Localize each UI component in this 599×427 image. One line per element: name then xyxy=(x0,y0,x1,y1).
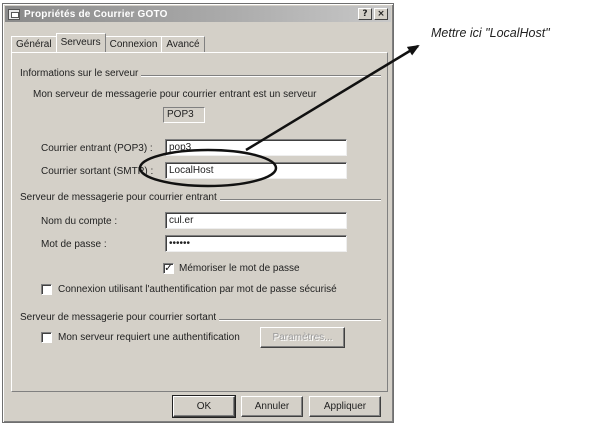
close-button[interactable]: × xyxy=(374,8,388,20)
incoming-server-input[interactable]: pop3 xyxy=(165,139,347,156)
help-button[interactable]: ? xyxy=(358,8,372,20)
smtp-auth-checkbox[interactable] xyxy=(41,332,52,343)
properties-dialog: Propriétés de Courrier GOTO ? × Général … xyxy=(2,3,394,423)
apply-button[interactable]: Appliquer xyxy=(309,396,381,417)
password-label: Mot de passe : xyxy=(41,239,107,250)
outgoing-server-input[interactable]: LocalHost xyxy=(165,162,347,179)
incoming-group-title: Serveur de messagerie pour courrier entr… xyxy=(20,192,220,203)
tab-servers[interactable]: Serveurs xyxy=(55,33,106,52)
tab-connection[interactable]: Connexion xyxy=(104,36,163,52)
spa-checkbox[interactable] xyxy=(41,284,52,295)
incoming-server-label: Courrier entrant (POP3) : xyxy=(41,143,153,154)
remember-password-label: Mémoriser le mot de passe xyxy=(179,263,300,274)
account-name-label: Nom du compte : xyxy=(41,216,118,227)
title-bar[interactable]: Propriétés de Courrier GOTO ? × xyxy=(5,6,391,22)
ok-button[interactable]: OK xyxy=(172,395,236,418)
mail-app-icon xyxy=(8,8,20,20)
cancel-button[interactable]: Annuler xyxy=(241,396,303,417)
remember-password-checkbox[interactable]: ✓ xyxy=(163,263,174,274)
spa-label: Connexion utilisant l'authentification p… xyxy=(58,284,337,295)
tab-general[interactable]: Général xyxy=(11,36,57,52)
window-title: Propriétés de Courrier GOTO xyxy=(24,8,168,20)
outgoing-server-label: Courrier sortant (SMTP) : xyxy=(41,166,154,177)
smtp-settings-button[interactable]: Paramètres... xyxy=(260,327,345,348)
tab-advanced[interactable]: Avancé xyxy=(161,36,205,52)
server-type-value: POP3 xyxy=(163,107,205,123)
annotation-callout-text: Mettre ici "LocalHost" xyxy=(431,26,550,40)
title-buttons: ? × xyxy=(358,8,388,20)
smtp-auth-label: Mon serveur requiert une authentificatio… xyxy=(58,332,240,343)
password-input[interactable]: •••••• xyxy=(165,235,347,252)
server-type-description: Mon serveur de messagerie pour courrier … xyxy=(33,89,317,100)
tab-strip: Général Serveurs Connexion Avancé xyxy=(11,33,205,52)
account-name-input[interactable]: cul.er xyxy=(165,212,347,229)
server-info-group-title: Informations sur le serveur xyxy=(20,68,142,79)
outgoing-group-title: Serveur de messagerie pour courrier sort… xyxy=(20,312,220,323)
